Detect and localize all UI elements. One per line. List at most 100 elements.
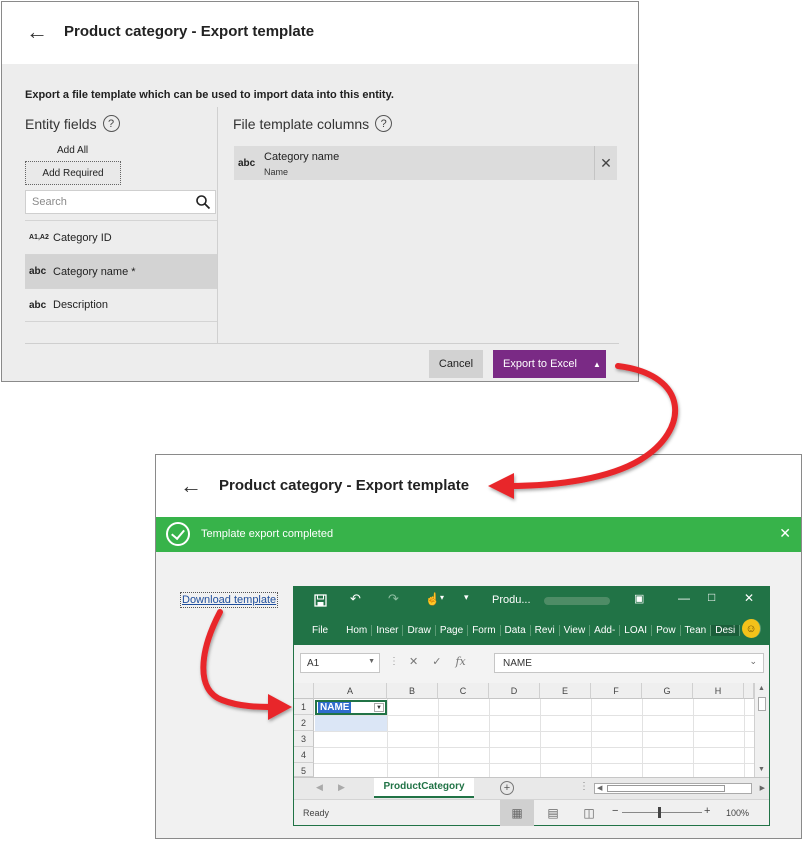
- add-sheet-icon[interactable]: +: [500, 781, 514, 795]
- table-row-highlight[interactable]: [315, 716, 387, 731]
- page-break-icon[interactable]: ◫: [572, 800, 606, 826]
- close-window-icon[interactable]: ✕: [744, 591, 754, 605]
- ribbon-tab-file[interactable]: File: [294, 625, 342, 636]
- more-options-icon: ⋮: [579, 781, 589, 792]
- column-logical-name: Name: [264, 167, 289, 177]
- text-type-icon: abc: [238, 158, 256, 169]
- formula-bar[interactable]: NAME ⌄: [494, 653, 764, 673]
- vertical-scrollbar[interactable]: ▲ ▼: [754, 683, 769, 777]
- column-header[interactable]: C: [438, 683, 489, 699]
- save-icon[interactable]: [314, 594, 327, 607]
- gridline: [314, 731, 754, 732]
- entity-field-category-name[interactable]: abc Category name *: [25, 254, 217, 288]
- column-header[interactable]: F: [591, 683, 642, 699]
- ribbon-tab[interactable]: Revi: [531, 624, 560, 636]
- more-options-icon: ⋮: [389, 656, 399, 667]
- ribbon-tab[interactable]: Draw: [403, 624, 436, 636]
- ribbon-tab[interactable]: LOAI: [620, 624, 653, 636]
- column-header[interactable]: D: [489, 683, 540, 699]
- search-icon[interactable]: [195, 194, 211, 210]
- ribbon-tabs: File Hom Inser Draw Page Form Data Revi …: [294, 615, 769, 645]
- row-header[interactable]: 1: [294, 699, 314, 715]
- sheet-tabs-bar: ◀ ▶ ProductCategory + ⋮ ◀ ▶: [294, 777, 769, 799]
- ribbon-tab[interactable]: Add-: [590, 624, 621, 636]
- name-box[interactable]: A1 ▼: [300, 653, 380, 673]
- zoom-slider-thumb[interactable]: [658, 807, 661, 818]
- add-all-button[interactable]: Add All: [57, 145, 88, 156]
- scroll-up-icon[interactable]: ▲: [758, 685, 765, 692]
- horizontal-scrollbar[interactable]: ◀ ▶: [594, 783, 765, 794]
- row-header[interactable]: 3: [294, 731, 314, 747]
- zoom-in-icon[interactable]: +: [704, 805, 710, 817]
- customize-qat-icon[interactable]: ▾: [464, 592, 469, 603]
- cancel-button[interactable]: Cancel: [429, 350, 483, 378]
- help-icon[interactable]: ?: [375, 115, 393, 132]
- smiley-feedback-icon[interactable]: ☺: [742, 619, 761, 638]
- ribbon-display-icon[interactable]: ▣: [634, 592, 644, 605]
- row-header[interactable]: 4: [294, 747, 314, 763]
- entity-field-category-id[interactable]: A1,A2 Category ID: [25, 220, 217, 254]
- zoom-slider-track[interactable]: [622, 812, 702, 813]
- column-header[interactable]: H: [693, 683, 744, 699]
- close-icon[interactable]: ✕: [779, 525, 791, 542]
- template-column-card: abc Category name Name ✕: [234, 146, 617, 180]
- column-header[interactable]: A: [314, 683, 387, 699]
- scroll-left-icon[interactable]: ◀: [597, 784, 602, 792]
- ribbon-tab[interactable]: View: [560, 624, 591, 636]
- column-header[interactable]: B: [387, 683, 438, 699]
- chevron-down-icon[interactable]: ▼: [368, 658, 375, 665]
- search-input[interactable]: [32, 195, 182, 209]
- ribbon-tab[interactable]: Pow: [652, 624, 681, 636]
- entity-field-description[interactable]: abc Description: [25, 288, 217, 322]
- export-result-dialog: ← Product category - Export template Tem…: [155, 454, 802, 839]
- ribbon-tab-design[interactable]: Desi: [711, 624, 741, 636]
- remove-column-close-icon[interactable]: ✕: [594, 146, 617, 180]
- cancel-entry-icon[interactable]: ✕: [409, 655, 418, 668]
- filter-dropdown-icon[interactable]: ▼: [374, 703, 384, 712]
- export-to-excel-button[interactable]: Export to Excel ▲: [493, 350, 606, 378]
- insert-function-icon[interactable]: fx: [455, 655, 465, 668]
- confirm-entry-icon[interactable]: ✓: [432, 655, 441, 668]
- normal-view-icon[interactable]: ▦: [500, 800, 534, 826]
- scroll-thumb[interactable]: [607, 785, 725, 792]
- download-template-link[interactable]: Download template: [180, 592, 279, 608]
- zoom-out-icon[interactable]: −: [612, 805, 618, 817]
- row-header[interactable]: 5: [294, 763, 314, 777]
- sheet-tab-productcategory[interactable]: ProductCategory: [374, 778, 474, 798]
- row-header[interactable]: 2: [294, 715, 314, 731]
- export-template-dialog: ← Product category - Export template Exp…: [1, 1, 639, 382]
- spreadsheet-grid[interactable]: A B C D E F G H 1 2 3 4 5 NAME ▼ ▲ ▼: [294, 683, 769, 777]
- ribbon-tab[interactable]: Form: [468, 624, 501, 636]
- ribbon-tab[interactable]: Page: [436, 624, 469, 636]
- sheet-next-icon[interactable]: ▶: [338, 782, 345, 793]
- cell-a1[interactable]: NAME ▼: [315, 700, 387, 715]
- scroll-down-icon[interactable]: ▼: [758, 766, 765, 773]
- excel-titlebar: ↶ ↷ ☝ ▾ ▾ Produ... ▣ — □ ✕: [294, 587, 769, 615]
- success-message: Template export completed: [201, 528, 334, 540]
- success-notification: Template export completed ✕: [156, 517, 801, 552]
- ribbon-tab[interactable]: Inser: [372, 624, 404, 636]
- scroll-right-icon[interactable]: ▶: [760, 784, 765, 792]
- maximize-icon[interactable]: □: [708, 590, 715, 604]
- page-title: Product category - Export template: [219, 477, 470, 494]
- touch-mode-icon[interactable]: ☝: [425, 592, 440, 606]
- caret-up-icon[interactable]: ▲: [593, 360, 601, 369]
- qat-dropdown-icon[interactable]: ▾: [440, 593, 444, 602]
- help-icon[interactable]: ?: [102, 115, 120, 132]
- add-required-button[interactable]: Add Required: [25, 161, 121, 185]
- back-arrow-icon[interactable]: ←: [180, 475, 202, 497]
- page-layout-icon[interactable]: ▤: [536, 800, 570, 826]
- ribbon-tab[interactable]: Data: [501, 624, 531, 636]
- ribbon-tab[interactable]: Hom: [342, 624, 373, 636]
- undo-icon[interactable]: ↶: [350, 591, 361, 607]
- ribbon-tab[interactable]: Tean: [681, 624, 712, 636]
- chevron-down-icon[interactable]: ⌄: [749, 656, 757, 667]
- column-header[interactable]: G: [642, 683, 693, 699]
- select-all-corner[interactable]: [294, 683, 314, 699]
- scroll-thumb[interactable]: [758, 697, 766, 711]
- sheet-prev-icon[interactable]: ◀: [316, 782, 323, 793]
- column-header-partial: [744, 683, 754, 699]
- back-arrow-icon[interactable]: ←: [26, 21, 48, 43]
- column-header[interactable]: E: [540, 683, 591, 699]
- minimize-icon[interactable]: —: [678, 591, 690, 605]
